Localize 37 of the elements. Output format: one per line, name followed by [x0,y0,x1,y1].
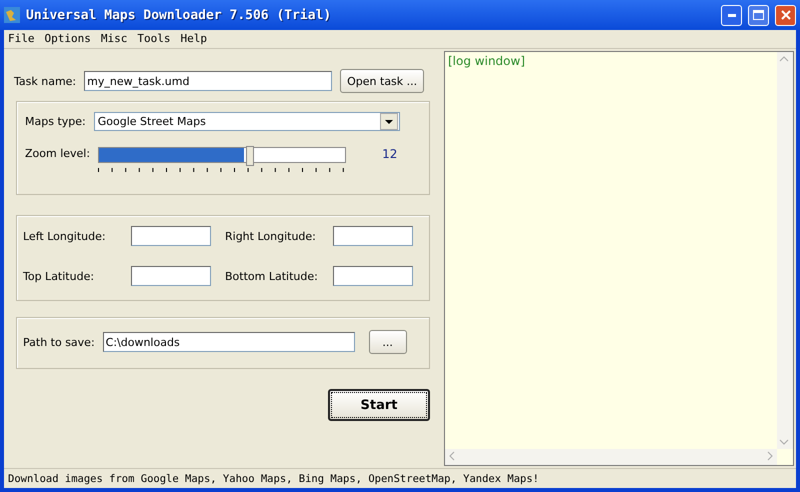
maps-type-label: Maps type: [25,115,86,128]
menu-item[interactable]: Options [44,32,91,46]
close-icon [780,10,790,20]
log-text: [log window] [447,53,526,70]
maximize-button[interactable] [748,4,769,26]
minimize-button[interactable] [721,4,742,26]
minimize-icon [728,14,736,16]
coordinate-label: Right Longitude: [225,230,316,242]
vertical-scrollbar[interactable] [777,52,793,449]
coordinate-field[interactable] [131,266,211,286]
menu-item[interactable]: File [8,32,34,46]
path-field[interactable]: C:\downloads [102,332,355,352]
horizontal-scrollbar[interactable] [445,449,777,465]
start-button[interactable]: Start [328,389,430,421]
menu-item[interactable]: Misc [100,32,128,46]
coordinate-field[interactable] [333,226,413,246]
coordinate-label: Top Latitude: [23,270,94,282]
path-label: Path to save: [23,336,95,348]
open-task-button[interactable]: Open task ... [340,69,424,93]
close-button[interactable] [775,4,796,26]
browse-button[interactable]: ... [368,330,407,354]
coordinate-field[interactable] [333,266,413,286]
maximize-icon [753,10,764,20]
coordinate-label: Bottom Latitude: [225,270,318,282]
task-name-field[interactable]: my_new_task.umd [84,71,332,91]
coordinate-label: Left Longitude: [23,230,106,242]
zoom-level-label: Zoom level: [25,147,90,160]
maps-type-dropdown[interactable]: Google Street Maps [94,112,400,131]
globe-icon [4,7,20,23]
zoom-slider[interactable] [98,147,346,163]
menu-item[interactable]: Help [180,32,207,46]
zoom-level-value: 12 [382,147,398,161]
menu-item[interactable]: Tools [137,32,170,46]
coordinate-field[interactable] [131,226,211,246]
window-title: Universal Maps Downloader 7.506 (Trial) [26,8,332,22]
status-text: Download images from Google Maps, Yahoo Maps, Bing Maps, OpenStreetMap, Yandex Maps! [8,472,540,484]
task-name-label: Task name: [14,74,76,88]
